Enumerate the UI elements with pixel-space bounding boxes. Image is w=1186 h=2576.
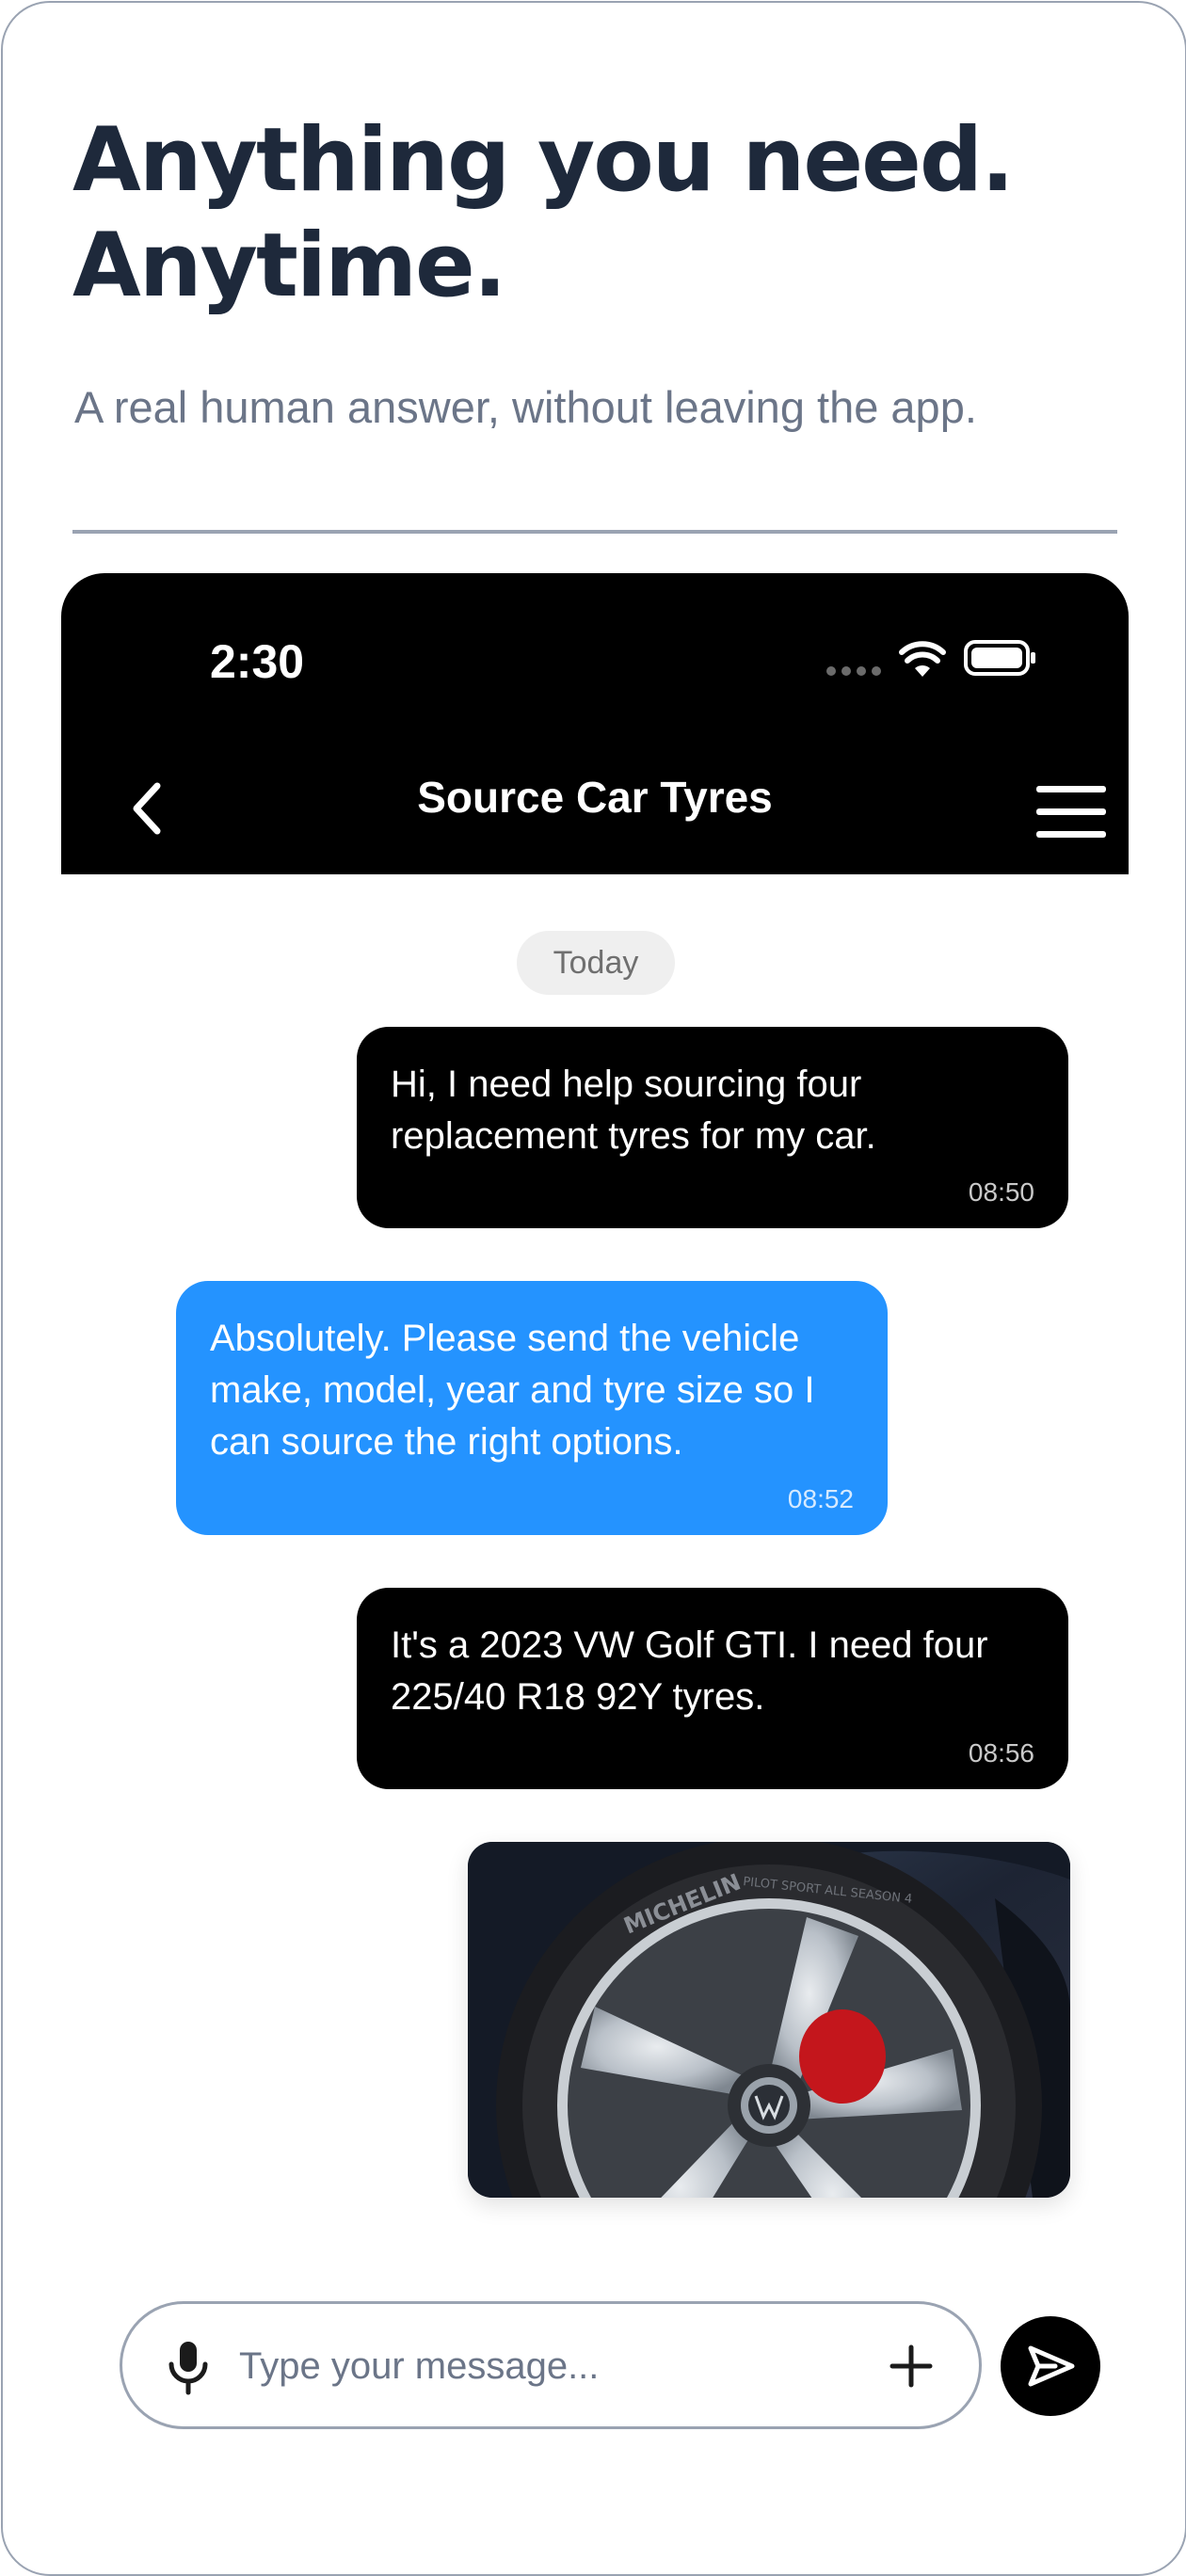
microphone-icon[interactable] (162, 2338, 215, 2396)
message-bubble-user[interactable]: It's a 2023 VW Golf GTI. I need four 225… (357, 1588, 1068, 1789)
message-bubble-user[interactable]: Hi, I need help sourcing four replacemen… (357, 1027, 1068, 1228)
message-text: It's a 2023 VW Golf GTI. I need four 225… (391, 1624, 988, 1718)
signal-dots-icon (826, 666, 881, 676)
page: Anything you need. Anytime. A real human… (1, 1, 1186, 2576)
hero-title-line1: Anything you need. (72, 109, 1015, 212)
divider (72, 530, 1117, 534)
message-time: 08:52 (787, 1484, 854, 1513)
send-button[interactable] (1001, 2316, 1100, 2416)
menu-button[interactable] (1031, 776, 1112, 848)
car-wheel-photo[interactable]: MICHELIN PILOT SPORT ALL SEASON 4 (468, 1842, 1070, 2198)
send-icon (1028, 2345, 1075, 2387)
hero-subtitle: A real human answer, without leaving the… (74, 382, 977, 432)
status-time: 2:30 (210, 635, 305, 688)
message-time: 08:50 (968, 1177, 1034, 1207)
message-time: 08:56 (968, 1738, 1034, 1768)
chat-title: Source Car Tyres (417, 773, 773, 822)
hero-title-line2: Anytime. (72, 215, 507, 317)
message-composer (120, 2301, 982, 2429)
wifi-icon (899, 641, 946, 677)
chat-header: 2:30 Source Car Tyres (61, 573, 1129, 874)
message-text: Absolutely. Please send the vehicle make… (210, 1318, 815, 1463)
battery-icon (964, 640, 1035, 676)
date-separator: Today (517, 931, 675, 995)
message-input[interactable] (239, 2330, 841, 2402)
hero-title: Anything you need. Anytime. (72, 108, 1015, 319)
plus-icon[interactable] (885, 2340, 938, 2392)
message-text: Hi, I need help sourcing four replacemen… (391, 1064, 876, 1157)
back-button[interactable] (121, 773, 174, 844)
message-bubble-agent[interactable]: Absolutely. Please send the vehicle make… (176, 1281, 888, 1535)
